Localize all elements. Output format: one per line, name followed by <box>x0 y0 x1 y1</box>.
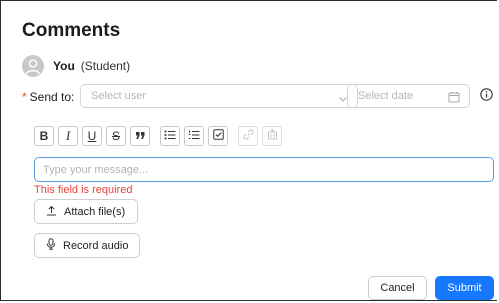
message-input[interactable]: Type your message... <box>34 157 494 182</box>
strikethrough-button[interactable]: S <box>106 126 126 146</box>
message-error: This field is required <box>34 184 133 196</box>
date-picker[interactable]: Select date <box>347 84 470 108</box>
italic-label: I <box>65 128 71 143</box>
bold-label: B <box>39 129 49 143</box>
quote-button[interactable] <box>130 126 150 146</box>
numbered-list-icon <box>188 129 200 143</box>
cancel-button[interactable]: Cancel <box>368 276 427 300</box>
send-to-label: * Send to: <box>22 90 80 104</box>
recipient-placeholder: Select user <box>91 90 147 102</box>
link-icon <box>242 129 254 143</box>
cancel-label: Cancel <box>380 282 415 294</box>
required-marker: * <box>22 90 27 104</box>
record-audio-button[interactable]: Record audio <box>34 233 140 258</box>
underline-button[interactable]: U <box>82 126 102 146</box>
author-name: You <box>53 59 75 73</box>
checklist-button[interactable] <box>208 126 228 146</box>
checklist-icon <box>212 129 224 143</box>
numbered-list-button[interactable] <box>184 126 204 146</box>
formatting-toolbar: B I U S <box>34 125 286 147</box>
record-label: Record audio <box>63 239 129 252</box>
recipient-select[interactable]: Select user <box>80 84 358 108</box>
submit-button[interactable]: Submit <box>435 276 494 300</box>
microphone-icon <box>35 238 63 253</box>
message-placeholder: Type your message... <box>43 163 149 176</box>
author-role: (Student) <box>80 59 131 73</box>
italic-button[interactable]: I <box>58 126 78 146</box>
author-row: You (Student) <box>22 54 130 78</box>
clear-format-button[interactable] <box>262 126 282 146</box>
send-to-row: * Send to: Select user Select date <box>22 84 499 110</box>
strikethrough-label: S <box>111 129 120 143</box>
calendar-icon <box>448 90 460 108</box>
clear-format-icon <box>267 129 278 143</box>
bold-button[interactable]: B <box>34 126 54 146</box>
underline-label: U <box>87 129 97 143</box>
quote-icon <box>135 129 146 143</box>
info-icon[interactable] <box>480 88 493 106</box>
submit-label: Submit <box>447 282 482 294</box>
send-to-text: Send to: <box>29 90 75 104</box>
attach-files-button[interactable]: Attach file(s) <box>34 199 138 224</box>
bullet-list-button[interactable] <box>160 126 180 146</box>
panel-title: Comments <box>22 20 121 41</box>
attach-label: Attach file(s) <box>64 205 126 218</box>
user-icon <box>22 55 44 77</box>
link-button[interactable] <box>238 126 258 146</box>
date-placeholder: Select date <box>358 90 414 102</box>
bullet-list-icon <box>164 129 176 143</box>
upload-icon <box>35 205 64 219</box>
